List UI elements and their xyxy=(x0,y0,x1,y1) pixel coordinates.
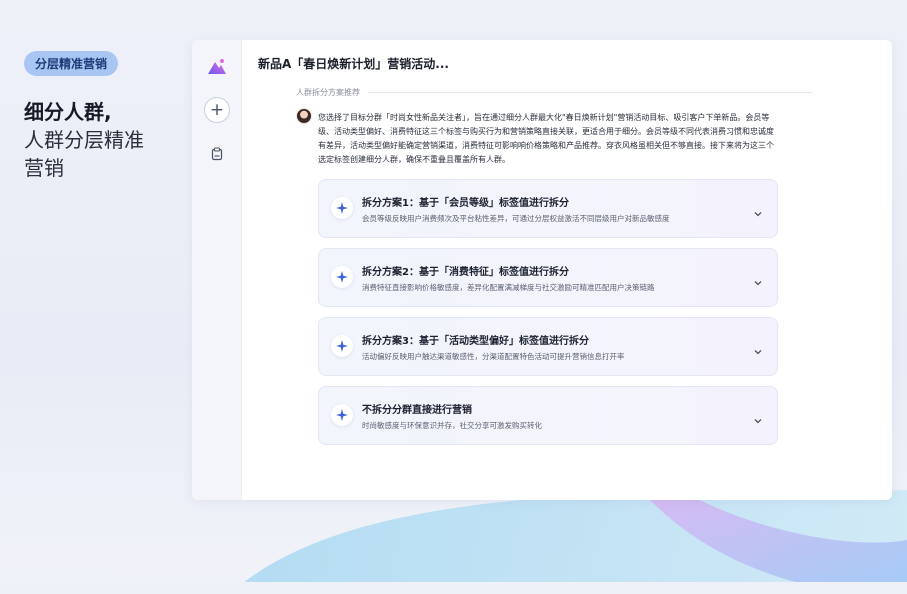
sparkle-icon xyxy=(331,335,353,357)
chevron-down-icon[interactable] xyxy=(753,273,763,286)
feature-badge: 分层精准营销 xyxy=(24,51,119,76)
hero-subline-2: 营销 xyxy=(24,156,64,180)
option-card[interactable]: 拆分方案1：基于「会员等级」标签值进行拆分 会员等级反映用户消费频次及平台粘性差… xyxy=(318,179,778,238)
option-description: 消费特征直接影响价格敏感度，差异化配置满减梯度与社交激励可精准匹配用户决策链路 xyxy=(362,283,655,292)
app-logo-icon[interactable] xyxy=(206,56,228,78)
avatar xyxy=(296,108,312,124)
sparkle-icon xyxy=(331,266,353,288)
sparkle-icon xyxy=(331,404,353,426)
chevron-down-icon[interactable] xyxy=(753,342,763,355)
section-label: 人群拆分方案推荐 xyxy=(296,87,812,98)
option-title: 不拆分分群直接进行营销 xyxy=(362,405,472,416)
option-description: 时尚敏感度与环保意识并存，社交分享可激发购买转化 xyxy=(362,421,542,430)
option-card[interactable]: 拆分方案2：基于「消费特征」标签值进行拆分 消费特征直接影响价格敏感度，差异化配… xyxy=(318,248,778,307)
hero-subline-1: 人群分层精准 xyxy=(24,128,144,152)
assistant-message: 您选择了目标分群「时尚女性新品关注者」，旨在通过细分人群最大化"春日焕新计划"营… xyxy=(318,113,774,164)
option-description: 会员等级反映用户消费频次及平台粘性差异，可通过分层权益激活不同层级用户对新品敏感… xyxy=(362,214,670,223)
sparkle-icon xyxy=(331,197,353,219)
chevron-down-icon[interactable] xyxy=(753,411,763,424)
divider xyxy=(368,92,812,93)
option-title: 拆分方案2：基于「消费特征」标签值进行拆分 xyxy=(362,267,569,278)
section-label-text: 人群拆分方案推荐 xyxy=(296,88,360,97)
left-panel: 分层精准营销 细分人群, 人群分层精准 营销 xyxy=(24,51,189,182)
chat-area: 新品A「春日焕新计划」营销活动... 人群拆分方案推荐 您选择了目标分群「时尚女… xyxy=(242,40,892,500)
plus-icon[interactable]: + xyxy=(204,97,230,123)
option-description: 活动偏好反映用户触达渠道敏感性，分渠道配置特色活动可提升营销信息打开率 xyxy=(362,352,625,361)
hero-headline: 细分人群, xyxy=(24,100,112,124)
chat-title: 新品A「春日焕新计划」营销活动... xyxy=(258,57,449,71)
clipboard-icon[interactable] xyxy=(210,146,224,161)
chevron-down-icon[interactable] xyxy=(753,204,763,217)
option-title: 拆分方案3：基于「活动类型偏好」标签值进行拆分 xyxy=(362,336,589,347)
side-rail: + xyxy=(192,40,242,500)
option-card[interactable]: 不拆分分群直接进行营销 时尚敏感度与环保意识并存，社交分享可激发购买转化 xyxy=(318,386,778,445)
option-title: 拆分方案1：基于「会员等级」标签值进行拆分 xyxy=(362,198,569,209)
app-window: + 新品A「春日焕新计划」营销活动... 人群拆分方案推荐 您选择了目标分群「时… xyxy=(192,40,892,500)
option-card[interactable]: 拆分方案3：基于「活动类型偏好」标签值进行拆分 活动偏好反映用户触达渠道敏感性，… xyxy=(318,317,778,376)
